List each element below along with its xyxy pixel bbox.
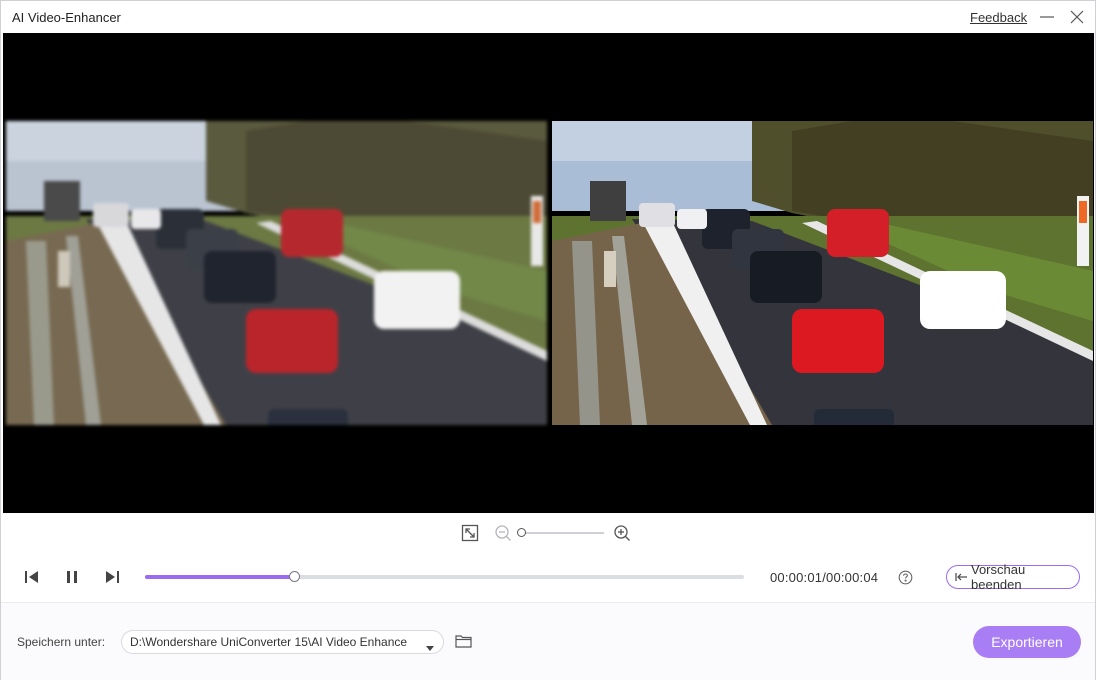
zoom-slider-handle[interactable] xyxy=(517,528,526,537)
save-location-label: Speichern unter: xyxy=(17,635,106,649)
zoom-in-icon[interactable] xyxy=(612,523,632,543)
video-preview xyxy=(3,33,1094,513)
title-bar: AI Video-Enhancer Feedback xyxy=(1,1,1095,33)
playback-controls: 00:00:01/00:00:04 Vorschau beenden xyxy=(1,557,1095,597)
progress-bar[interactable] xyxy=(145,575,744,579)
progress-fill xyxy=(145,575,295,579)
original-video-pane xyxy=(6,121,547,425)
back-arrow-icon xyxy=(954,571,968,583)
close-icon[interactable] xyxy=(1067,7,1087,27)
end-preview-button[interactable]: Vorschau beenden xyxy=(946,562,1080,592)
fit-screen-icon[interactable] xyxy=(460,523,480,543)
zoom-bar xyxy=(1,515,1095,551)
highway-scene-original xyxy=(6,121,547,425)
folder-icon[interactable] xyxy=(455,634,472,648)
zoom-slider-track[interactable] xyxy=(522,532,604,534)
end-preview-label: Vorschau beenden xyxy=(971,562,1026,592)
next-frame-icon[interactable] xyxy=(102,567,122,587)
previous-frame-icon[interactable] xyxy=(22,567,42,587)
chevron-down-icon xyxy=(425,638,435,651)
app-window: AI Video-Enhancer Feedback 00:00:01/00:0… xyxy=(0,0,1096,680)
enhanced-video-pane xyxy=(552,121,1093,425)
feedback-link[interactable]: Feedback xyxy=(970,10,1027,25)
save-path-dropdown[interactable]: D:\Wondershare UniConverter 15\AI Video … xyxy=(121,630,444,654)
window-title: AI Video-Enhancer xyxy=(12,10,121,25)
progress-handle[interactable] xyxy=(288,571,300,582)
export-button[interactable]: Exportieren xyxy=(973,626,1081,658)
pause-icon[interactable] xyxy=(62,567,82,587)
save-path-value: D:\Wondershare UniConverter 15\AI Video … xyxy=(130,635,408,649)
minimize-icon[interactable] xyxy=(1037,7,1057,27)
timecode: 00:00:01/00:00:04 xyxy=(770,570,879,585)
help-icon[interactable] xyxy=(898,570,913,585)
highway-scene-enhanced xyxy=(552,121,1093,425)
zoom-out-icon[interactable] xyxy=(493,523,513,543)
output-bar: Speichern unter: D:\Wondershare UniConve… xyxy=(1,602,1095,680)
